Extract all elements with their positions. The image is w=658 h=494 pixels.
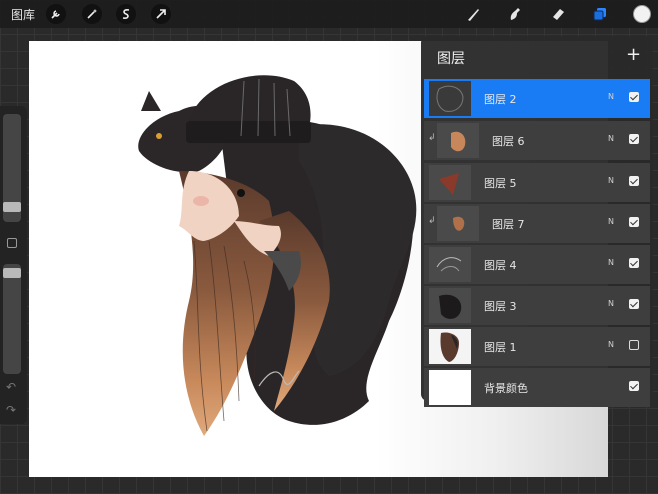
layers-icon[interactable] <box>589 4 611 24</box>
visibility-checkbox[interactable] <box>629 217 639 227</box>
layer-name: 图层 5 <box>484 177 517 190</box>
visibility-checkbox[interactable] <box>629 92 639 102</box>
layer-name: 背景颜色 <box>484 382 528 395</box>
blend-mode-button[interactable]: N <box>608 92 614 101</box>
modify-button[interactable] <box>7 238 17 248</box>
layer-row[interactable]: 图层 1 N <box>424 327 650 366</box>
undo-icon[interactable]: ↶ <box>6 380 16 394</box>
layers-panel: 图层 + 图层 2 N ↲ 图层 6 N 图层 5 N ↲ 图层 7 N 图层 … <box>421 36 653 407</box>
gallery-button[interactable]: 图库 <box>11 6 35 23</box>
blend-mode-button[interactable]: N <box>608 217 614 226</box>
eraser-icon[interactable] <box>547 4 569 24</box>
left-sidebar: ↶ ↷ <box>0 106 27 424</box>
brush-size-thumb[interactable] <box>3 202 21 212</box>
opacity-slider[interactable] <box>3 264 21 374</box>
layer-thumbnail <box>429 288 471 323</box>
layer-row[interactable]: ↲ 图层 7 N <box>424 204 650 243</box>
visibility-checkbox[interactable] <box>629 299 639 309</box>
layer-thumbnail <box>437 206 479 241</box>
layer-name: 图层 7 <box>492 218 525 231</box>
visibility-checkbox[interactable] <box>629 134 639 144</box>
visibility-checkbox[interactable] <box>629 340 639 350</box>
layers-panel-title: 图层 <box>437 51 465 67</box>
layer-thumbnail <box>437 123 479 158</box>
layer-thumbnail <box>429 370 471 405</box>
brush-size-slider[interactable] <box>3 114 21 222</box>
layer-name: 图层 1 <box>484 341 517 354</box>
clipping-mask-icon: ↲ <box>428 133 436 143</box>
blend-mode-button[interactable]: N <box>608 299 614 308</box>
layer-name: 图层 4 <box>484 259 517 272</box>
brush-icon[interactable] <box>463 4 485 24</box>
layer-thumbnail <box>429 247 471 282</box>
wrench-icon[interactable] <box>46 4 66 24</box>
selection-icon[interactable] <box>116 4 136 24</box>
layer-row[interactable]: 图层 4 N <box>424 245 650 284</box>
layer-row[interactable]: ↲ 图层 6 N <box>424 121 650 160</box>
smudge-icon[interactable] <box>504 4 526 24</box>
layer-row[interactable]: 图层 3 N <box>424 286 650 325</box>
top-toolbar: 图库 <box>0 0 658 28</box>
layer-row[interactable]: 图层 2 N <box>424 79 650 118</box>
layer-thumbnail <box>429 81 471 116</box>
clipping-mask-icon: ↲ <box>428 216 436 226</box>
blend-mode-button[interactable]: N <box>608 134 614 143</box>
transform-arrow-icon[interactable] <box>151 4 171 24</box>
visibility-checkbox[interactable] <box>629 381 639 391</box>
layer-thumbnail <box>429 329 471 364</box>
layer-name: 图层 6 <box>492 135 525 148</box>
layer-row[interactable]: 图层 5 N <box>424 163 650 202</box>
opacity-thumb[interactable] <box>3 268 21 278</box>
blend-mode-button[interactable]: N <box>608 258 614 267</box>
background-color-row[interactable]: 背景颜色 <box>424 368 650 407</box>
visibility-checkbox[interactable] <box>629 258 639 268</box>
color-picker-button[interactable] <box>633 5 651 23</box>
layer-name: 图层 3 <box>484 300 517 313</box>
blend-mode-button[interactable]: N <box>608 176 614 185</box>
magic-wand-icon[interactable] <box>82 4 102 24</box>
blend-mode-button[interactable]: N <box>608 340 614 349</box>
add-layer-button[interactable]: + <box>626 46 641 64</box>
redo-icon[interactable]: ↷ <box>6 403 16 417</box>
layer-name: 图层 2 <box>484 93 517 106</box>
layer-thumbnail <box>429 165 471 200</box>
visibility-checkbox[interactable] <box>629 176 639 186</box>
